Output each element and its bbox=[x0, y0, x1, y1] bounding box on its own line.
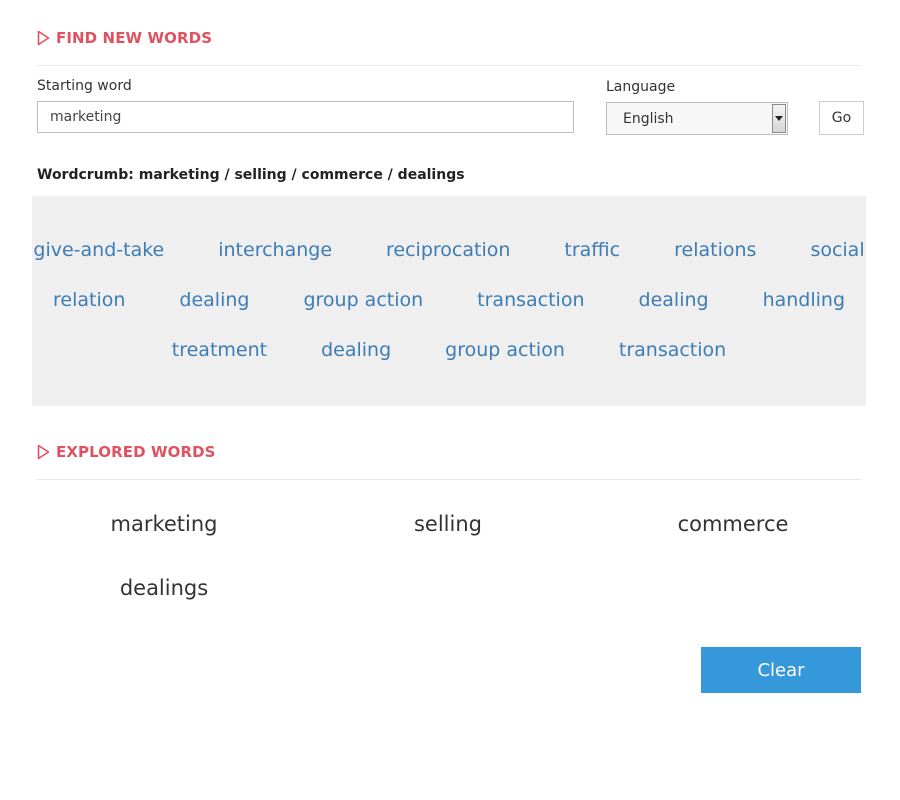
starting-word-input[interactable] bbox=[37, 101, 574, 133]
related-words-row: give-and-take interchange reciprocation … bbox=[32, 238, 866, 262]
related-word-link[interactable]: interchange bbox=[191, 238, 359, 262]
related-word-link[interactable]: treatment bbox=[145, 338, 294, 362]
explored-word[interactable]: commerce bbox=[591, 512, 875, 536]
related-word-link[interactable]: give-and-take bbox=[6, 238, 191, 262]
related-words-row: treatment dealing group action transacti… bbox=[32, 338, 866, 362]
related-words-panel: give-and-take interchange reciprocation … bbox=[32, 196, 866, 406]
related-word-link[interactable]: group action bbox=[418, 338, 592, 362]
divider bbox=[37, 65, 861, 66]
related-word-link[interactable]: social bbox=[783, 238, 891, 262]
related-word-link[interactable]: reciprocation bbox=[359, 238, 537, 262]
explored-words-title: EXPLORED WORDS bbox=[56, 443, 216, 461]
clear-button[interactable]: Clear bbox=[701, 647, 861, 693]
related-word-link[interactable]: handling bbox=[736, 288, 872, 312]
explored-word[interactable]: marketing bbox=[22, 512, 306, 536]
explored-word[interactable]: dealings bbox=[22, 576, 306, 600]
related-word-link[interactable]: traffic bbox=[537, 238, 647, 262]
related-word-link[interactable]: transaction bbox=[450, 288, 611, 312]
find-new-words-title: FIND NEW WORDS bbox=[56, 29, 213, 47]
explored-word[interactable]: selling bbox=[306, 512, 590, 536]
language-label: Language bbox=[606, 79, 676, 95]
related-words-row: relation dealing group action transactio… bbox=[32, 288, 866, 312]
language-selected-value: English bbox=[623, 111, 674, 127]
related-word-link[interactable]: relations bbox=[647, 238, 783, 262]
related-word-link[interactable]: dealing bbox=[612, 288, 736, 312]
explored-words-heading: EXPLORED WORDS bbox=[37, 443, 216, 461]
related-word-link[interactable]: transaction bbox=[592, 338, 753, 362]
related-word-link[interactable]: relation bbox=[26, 288, 152, 312]
play-triangle-icon bbox=[37, 444, 50, 460]
related-word-link[interactable]: dealing bbox=[152, 288, 276, 312]
divider bbox=[37, 479, 861, 480]
starting-word-label: Starting word bbox=[37, 78, 132, 94]
find-new-words-heading: FIND NEW WORDS bbox=[37, 29, 212, 47]
caret-down-icon[interactable] bbox=[772, 104, 786, 133]
go-button[interactable]: Go bbox=[819, 101, 864, 135]
related-word-link[interactable]: group action bbox=[276, 288, 450, 312]
wordcrumb: Wordcrumb: marketing / selling / commerc… bbox=[37, 167, 465, 183]
language-select[interactable]: English bbox=[606, 102, 788, 135]
play-triangle-icon bbox=[37, 30, 50, 46]
related-word-link[interactable]: dealing bbox=[294, 338, 418, 362]
